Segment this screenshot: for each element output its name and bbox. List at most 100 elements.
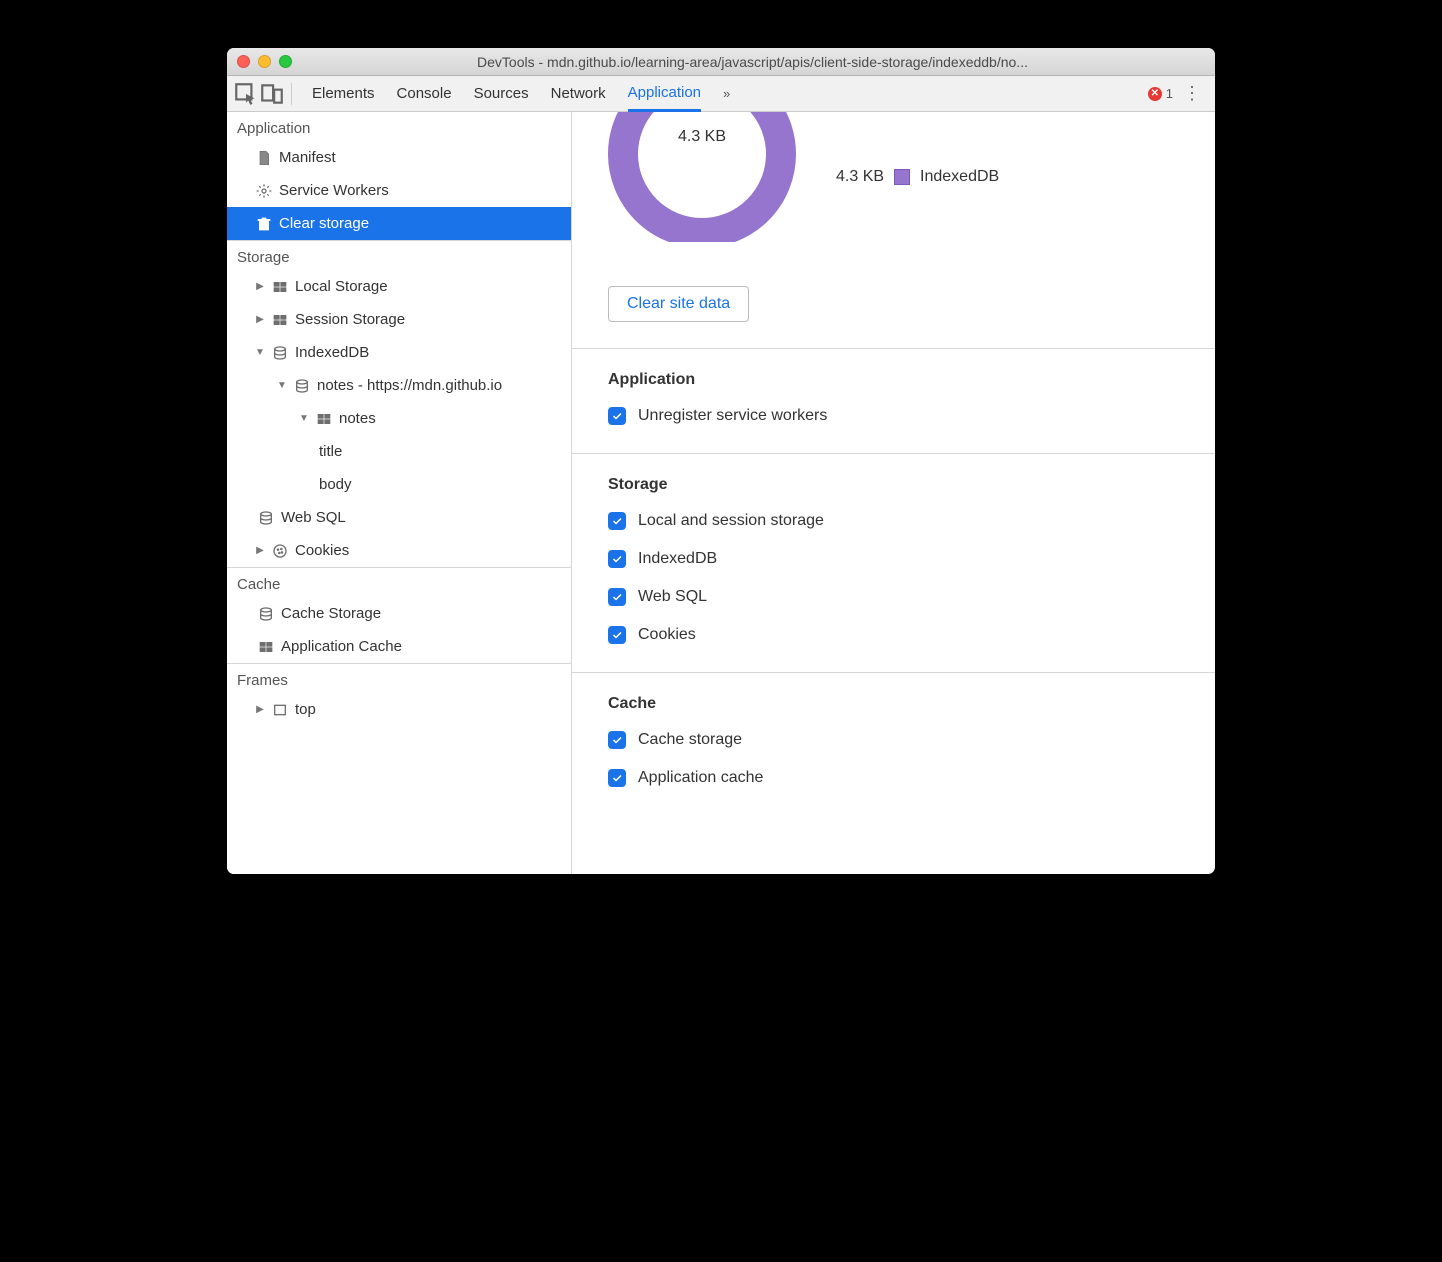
- cookie-icon: [271, 542, 289, 560]
- collapse-arrow-icon[interactable]: ▼: [277, 380, 287, 391]
- sidebar-item-label: Application Cache: [281, 638, 402, 655]
- sidebar-section-cache: Cache: [227, 568, 571, 597]
- expand-arrow-icon[interactable]: ▶: [255, 545, 265, 556]
- database-icon: [257, 605, 275, 623]
- minimize-window-button[interactable]: [258, 55, 271, 68]
- expand-arrow-icon[interactable]: ▶: [255, 281, 265, 292]
- database-icon: [257, 509, 275, 527]
- inspect-element-icon[interactable]: [233, 81, 259, 107]
- sidebar: Application Manifest Service Workers Cle…: [227, 112, 572, 874]
- sidebar-item-label: Clear storage: [279, 215, 369, 232]
- collapse-arrow-icon[interactable]: ▼: [299, 413, 309, 424]
- sidebar-item-local-storage[interactable]: ▶ Local Storage: [227, 270, 571, 303]
- separator: [291, 83, 292, 105]
- collapse-arrow-icon[interactable]: ▼: [255, 347, 265, 358]
- legend-swatch: [894, 169, 910, 185]
- devtools-window: DevTools - mdn.github.io/learning-area/j…: [227, 48, 1215, 874]
- sidebar-section-storage: Storage: [227, 241, 571, 270]
- device-toolbar-icon[interactable]: [259, 81, 285, 107]
- body: Application Manifest Service Workers Cle…: [227, 112, 1215, 874]
- tab-network[interactable]: Network: [551, 76, 606, 112]
- main-panel: 4.3 KB 4.3 KB IndexedDB Clear site data …: [572, 112, 1215, 874]
- storage-chart-row: 4.3 KB 4.3 KB IndexedDB: [572, 112, 1215, 260]
- expand-arrow-icon[interactable]: ▶: [255, 314, 265, 325]
- legend-item-indexeddb: 4.3 KB IndexedDB: [836, 168, 999, 186]
- error-icon: ✕: [1148, 87, 1162, 101]
- checkbox-label: Web SQL: [638, 588, 707, 606]
- checkbox-unregister-sw[interactable]: Unregister service workers: [608, 407, 1215, 425]
- tab-application[interactable]: Application: [628, 76, 701, 112]
- checkbox-local-session[interactable]: Local and session storage: [608, 512, 1215, 530]
- legend-label: IndexedDB: [920, 168, 999, 186]
- tab-sources[interactable]: Sources: [474, 76, 529, 112]
- close-window-button[interactable]: [237, 55, 250, 68]
- more-tabs-button[interactable]: »: [723, 76, 730, 112]
- checkbox-label: Application cache: [638, 769, 763, 787]
- section-title: Storage: [608, 476, 1215, 494]
- checkbox-cache-storage[interactable]: Cache storage: [608, 731, 1215, 749]
- sidebar-item-column-title[interactable]: title: [227, 435, 571, 468]
- checkbox-label: Cache storage: [638, 731, 742, 749]
- checkbox-cookies[interactable]: Cookies: [608, 626, 1215, 644]
- sidebar-item-application-cache[interactable]: Application Cache: [227, 630, 571, 663]
- window-title: DevTools - mdn.github.io/learning-area/j…: [300, 54, 1205, 70]
- storage-usage-donut: 4.3 KB: [608, 112, 796, 242]
- checkbox-checked-icon: [608, 731, 626, 749]
- traffic-lights: [237, 55, 292, 68]
- sidebar-item-label: body: [319, 476, 352, 493]
- sidebar-item-clear-storage[interactable]: Clear storage: [227, 207, 571, 240]
- sidebar-item-frame-top[interactable]: ▶ top: [227, 693, 571, 726]
- checkbox-websql[interactable]: Web SQL: [608, 588, 1215, 606]
- sidebar-item-label: notes - https://mdn.github.io: [317, 377, 502, 394]
- checkbox-indexeddb[interactable]: IndexedDB: [608, 550, 1215, 568]
- table-icon: [271, 278, 289, 296]
- sidebar-item-cache-storage[interactable]: Cache Storage: [227, 597, 571, 630]
- database-icon: [271, 344, 289, 362]
- document-icon: [255, 149, 273, 167]
- sidebar-item-manifest[interactable]: Manifest: [227, 141, 571, 174]
- checkbox-application-cache[interactable]: Application cache: [608, 769, 1215, 787]
- checkbox-checked-icon: [608, 550, 626, 568]
- section-cache: Cache Cache storage Application cache: [572, 673, 1215, 815]
- sidebar-item-cookies[interactable]: ▶ Cookies: [227, 534, 571, 567]
- titlebar: DevTools - mdn.github.io/learning-area/j…: [227, 48, 1215, 76]
- trash-icon: [255, 215, 273, 233]
- frame-icon: [271, 701, 289, 719]
- sidebar-item-label: IndexedDB: [295, 344, 369, 361]
- sidebar-item-column-body[interactable]: body: [227, 468, 571, 501]
- section-storage: Storage Local and session storage Indexe…: [572, 454, 1215, 673]
- checkbox-checked-icon: [608, 407, 626, 425]
- checkbox-checked-icon: [608, 588, 626, 606]
- sidebar-item-label: Web SQL: [281, 509, 346, 526]
- legend-size: 4.3 KB: [836, 168, 884, 186]
- sidebar-item-session-storage[interactable]: ▶ Session Storage: [227, 303, 571, 336]
- checkbox-label: Unregister service workers: [638, 407, 827, 425]
- error-badge[interactable]: ✕ 1: [1148, 86, 1173, 101]
- section-title: Cache: [608, 695, 1215, 713]
- checkbox-label: IndexedDB: [638, 550, 717, 568]
- database-icon: [293, 377, 311, 395]
- maximize-window-button[interactable]: [279, 55, 292, 68]
- sidebar-item-table-notes[interactable]: ▼ notes: [227, 402, 571, 435]
- panel-tabs: Elements Console Sources Network Applica…: [312, 76, 1148, 112]
- sidebar-item-label: top: [295, 701, 316, 718]
- settings-menu-icon[interactable]: ⋮: [1179, 83, 1205, 104]
- tab-console[interactable]: Console: [397, 76, 452, 112]
- table-icon: [271, 311, 289, 329]
- sidebar-item-label: notes: [339, 410, 376, 427]
- section-application: Application Unregister service workers: [572, 349, 1215, 454]
- sidebar-item-indexeddb[interactable]: ▼ IndexedDB: [227, 336, 571, 369]
- sidebar-item-db-notes[interactable]: ▼ notes - https://mdn.github.io: [227, 369, 571, 402]
- sidebar-item-websql[interactable]: Web SQL: [227, 501, 571, 534]
- checkbox-checked-icon: [608, 769, 626, 787]
- toolbar-right: ✕ 1 ⋮: [1148, 83, 1209, 104]
- expand-arrow-icon[interactable]: ▶: [255, 704, 265, 715]
- section-title: Application: [608, 371, 1215, 389]
- checkbox-checked-icon: [608, 626, 626, 644]
- sidebar-item-label: Session Storage: [295, 311, 405, 328]
- sidebar-item-service-workers[interactable]: Service Workers: [227, 174, 571, 207]
- sidebar-item-label: Cookies: [295, 542, 349, 559]
- devtools-toolbar: Elements Console Sources Network Applica…: [227, 76, 1215, 112]
- tab-elements[interactable]: Elements: [312, 76, 375, 112]
- clear-site-data-button[interactable]: Clear site data: [608, 286, 749, 322]
